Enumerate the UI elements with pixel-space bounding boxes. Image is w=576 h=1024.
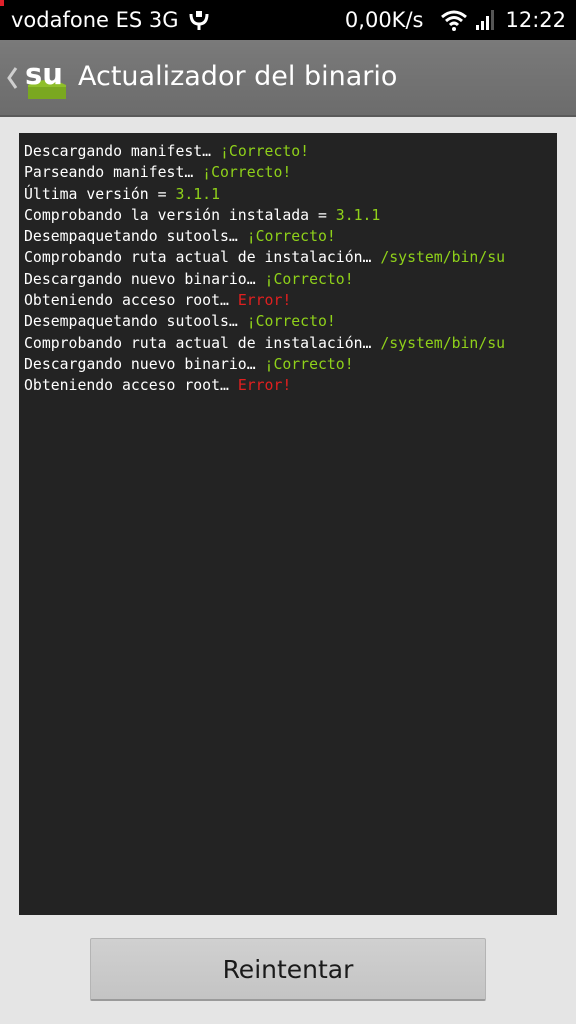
log-line-result: 3.1.1: [335, 206, 381, 224]
logo-text: su: [25, 57, 63, 91]
log-line: Parseando manifest… ¡Correcto!: [24, 162, 557, 183]
log-line-result: 3.1.1: [175, 185, 220, 203]
status-left: vodafone ES 3G: [11, 8, 211, 32]
back-chevron-icon[interactable]: [5, 64, 19, 92]
status-right: 0,00K/s 12:22: [345, 8, 566, 32]
log-line-result: ¡Correcto!: [220, 143, 310, 160]
carrier-name: vodafone ES 3G: [11, 8, 179, 32]
log-line-message: Obteniendo acceso root…: [24, 377, 238, 395]
log-line-error: Error!: [237, 292, 292, 310]
notification-dot: [0, 0, 4, 6]
log-line-result: ¡Correcto!: [246, 313, 336, 331]
log-line: Descargando manifest… ¡Correcto!: [24, 141, 557, 162]
superuser-logo-icon[interactable]: su: [24, 57, 68, 101]
log-line: Desempaquetando sutools… ¡Correcto!: [24, 311, 557, 332]
log-line-message: Descargando nuevo binario…: [24, 270, 265, 288]
log-line-message: Descargando nuevo binario…: [24, 355, 265, 373]
log-line-message: Desempaquetando sutools…: [24, 313, 247, 331]
log-line: Desempaquetando sutools… ¡Correcto!: [24, 226, 557, 247]
usb-debugging-icon: [189, 11, 209, 30]
log-line-message: Comprobando ruta actual de instalación…: [24, 334, 381, 352]
log-line: Comprobando la versión instalada = 3.1.1: [24, 205, 557, 226]
retry-button[interactable]: Reintentar: [90, 938, 486, 1001]
log-line-message: Descargando manifest…: [24, 143, 220, 160]
log-line: Descargando nuevo binario… ¡Correcto!: [24, 354, 557, 375]
log-line-message: Comprobando ruta actual de instalación…: [24, 249, 381, 267]
log-line-result: ¡Correcto!: [202, 164, 292, 182]
log-line: Última versión = 3.1.1: [24, 184, 557, 205]
log-line: Obteniendo acceso root… Error!: [24, 290, 557, 311]
log-line-result: ¡Correcto!: [246, 228, 336, 246]
log-line-message: Desempaquetando sutools…: [24, 228, 247, 246]
log-line-message: Última versión =: [24, 185, 176, 203]
log-output: Descargando manifest… ¡Correcto! Parseand…: [19, 133, 557, 915]
log-line-message: Obteniendo acceso root…: [24, 292, 238, 310]
action-bar: su Actualizador del binario: [0, 40, 576, 117]
clock: 12:22: [505, 8, 566, 32]
network-speed: 0,00K/s: [344, 8, 424, 32]
page-title: Actualizador del binario: [78, 61, 398, 92]
log-line-error: Error!: [237, 377, 292, 395]
log-line-result: ¡Correcto!: [264, 270, 354, 288]
status-bar: vodafone ES 3G 0,00K/s 12:22: [0, 0, 576, 40]
log-line-result: /system/bin/su: [380, 334, 506, 352]
log-line: Comprobando ruta actual de instalación… …: [24, 333, 557, 354]
log-line-result: /system/bin/su: [380, 249, 506, 267]
log-line: Obteniendo acceso root… Error!: [24, 375, 557, 396]
wifi-icon: [441, 10, 468, 31]
log-line: Descargando nuevo binario… ¡Correcto!: [24, 269, 557, 290]
log-line-message: Comprobando la versión instalada =: [24, 206, 336, 224]
signal-strength-icon: [476, 10, 495, 30]
log-line: Comprobando ruta actual de instalación… …: [24, 247, 557, 268]
log-line-message: Parseando manifest…: [24, 164, 203, 182]
log-line-result: ¡Correcto!: [264, 355, 354, 373]
